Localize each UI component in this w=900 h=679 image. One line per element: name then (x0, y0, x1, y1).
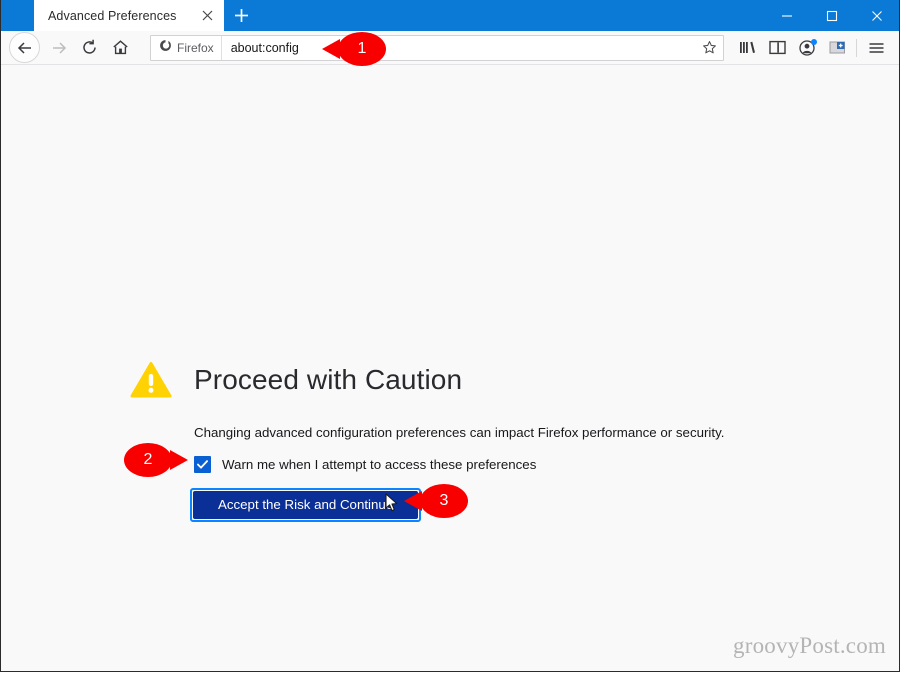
home-button-icon[interactable] (105, 32, 136, 63)
hamburger-menu-icon[interactable] (861, 33, 891, 63)
callout-number: 2 (143, 451, 153, 468)
warn-checkbox-row[interactable]: Warn me when I attempt to access these p… (194, 456, 748, 473)
sidebar-icon[interactable] (762, 33, 792, 63)
callout-marker-2: 2 (124, 443, 188, 477)
warn-checkbox[interactable] (194, 456, 211, 473)
maximize-button[interactable] (809, 0, 854, 31)
mouse-pointer-icon (385, 493, 399, 513)
warning-description: Changing advanced configuration preferen… (194, 425, 725, 440)
account-icon[interactable] (792, 33, 822, 63)
new-tab-button[interactable] (224, 0, 258, 31)
tab-strip: Advanced Preferences (1, 0, 258, 31)
page-title: Proceed with Caution (194, 364, 463, 395)
warn-checkbox-label[interactable]: Warn me when I attempt to access these p… (222, 457, 536, 472)
save-to-pocket-icon[interactable] (822, 33, 852, 63)
window-controls (764, 0, 899, 31)
firefox-logo-icon (159, 39, 172, 57)
close-window-button[interactable] (854, 0, 899, 31)
identity-box[interactable]: Firefox (151, 35, 222, 60)
warning-header: Proceed with Caution (128, 352, 748, 408)
address-bar[interactable]: Firefox about:config (150, 34, 724, 61)
callout-number: 3 (439, 492, 449, 509)
reload-button-icon[interactable] (74, 32, 105, 63)
toolbar-icon-group (732, 33, 891, 63)
tab-label: Advanced Preferences (48, 8, 177, 23)
forward-button-icon[interactable] (43, 32, 74, 63)
minimize-button[interactable] (764, 0, 809, 31)
identity-label: Firefox (177, 40, 214, 55)
star-outline-icon[interactable] (695, 36, 723, 60)
library-icon[interactable] (732, 33, 762, 63)
callout-marker-1: 1 (322, 32, 386, 66)
account-notification-badge (811, 38, 817, 45)
navigation-toolbar: Firefox about:config (1, 31, 899, 65)
callout-number: 1 (357, 40, 367, 57)
url-input[interactable]: about:config (222, 41, 695, 55)
toolbar-separator (856, 38, 857, 57)
title-bar: Advanced Preferences (1, 0, 899, 31)
browser-window: Advanced Preferences Firefox about:confi… (0, 0, 900, 672)
watermark: groovyPost.com (733, 633, 886, 658)
close-tab-icon[interactable] (196, 5, 218, 27)
callout-marker-3: 3 (404, 484, 468, 518)
page-content: Proceed with Caution Changing advanced c… (1, 65, 899, 671)
warning-triangle-icon (128, 361, 174, 399)
callout-tail (170, 450, 188, 470)
back-button-icon[interactable] (9, 32, 40, 63)
tab-advanced-preferences[interactable]: Advanced Preferences (34, 0, 224, 31)
